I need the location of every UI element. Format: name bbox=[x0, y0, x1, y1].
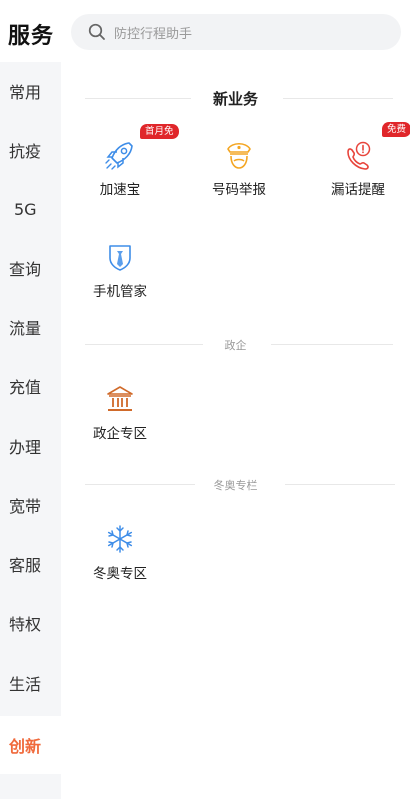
service-label: 漏话提醒 bbox=[331, 182, 385, 198]
sidebar-item-label: 生活 bbox=[9, 675, 42, 694]
service-label: 手机管家 bbox=[93, 284, 147, 300]
sidebar-item-label: 查询 bbox=[9, 260, 42, 279]
page-title: 服务 bbox=[8, 24, 55, 49]
sidebar-item-query[interactable]: 查询 bbox=[0, 239, 61, 297]
category-sidebar: 常用 抗疫 5G 查询 流量 充值 办理 宽带 客服 特权 生活 创新 bbox=[0, 62, 61, 799]
sidebar-item-label: 客服 bbox=[9, 556, 42, 575]
sidebar-item-recharge[interactable]: 充值 bbox=[0, 357, 61, 415]
service-label: 号码举报 bbox=[212, 182, 266, 198]
sidebar-item-data[interactable]: 流量 bbox=[0, 298, 61, 356]
rocket-icon bbox=[103, 138, 137, 172]
service-label: 冬奥专区 bbox=[93, 566, 147, 582]
sidebar-item-privileges[interactable]: 特权 bbox=[0, 594, 61, 652]
section-title-text: 冬奥专栏 bbox=[207, 479, 264, 492]
search-input[interactable]: 防控行程助手 bbox=[71, 14, 401, 50]
sidebar-item-label: 办理 bbox=[9, 438, 42, 457]
search-placeholder: 防控行程助手 bbox=[114, 26, 193, 42]
shield-icon bbox=[103, 240, 137, 274]
sidebar-item-antiepidemic[interactable]: 抗疫 bbox=[0, 121, 61, 179]
sidebar-item-label: 常用 bbox=[9, 83, 42, 102]
service-phone-manager[interactable]: 手机管家 bbox=[75, 240, 165, 320]
header: 服务 防控行程助手 bbox=[0, 0, 410, 64]
sidebar-item-label: 特权 bbox=[9, 615, 42, 634]
sidebar-item-life[interactable]: 生活 bbox=[0, 654, 61, 712]
service-government-zone[interactable]: 政企专区 bbox=[75, 382, 165, 462]
section-title-new-business: 新业务 bbox=[61, 88, 410, 108]
snowflake-icon bbox=[103, 522, 137, 556]
service-label: 加速宝 bbox=[99, 182, 141, 198]
section-title-government-enterprise: 政企 bbox=[61, 334, 410, 354]
badge-free: 免费 bbox=[382, 122, 410, 137]
section-title-winter-olympics: 冬奥专栏 bbox=[61, 474, 410, 494]
sidebar-item-innovation[interactable]: 创新 bbox=[0, 716, 61, 774]
sidebar-item-label: 充值 bbox=[9, 378, 42, 397]
sidebar-item-5g[interactable]: 5G bbox=[0, 180, 61, 238]
service-label: 政企专区 bbox=[93, 426, 147, 442]
sidebar-item-label: 抗疫 bbox=[9, 142, 42, 161]
sidebar-item-label: 宽带 bbox=[9, 497, 42, 516]
search-icon bbox=[88, 22, 108, 42]
missed-call-icon bbox=[341, 138, 375, 172]
sidebar-item-handle[interactable]: 办理 bbox=[0, 417, 61, 475]
sidebar-item-frequent[interactable]: 常用 bbox=[0, 62, 61, 120]
service-missed-call-reminder[interactable]: 漏话提醒 bbox=[313, 138, 403, 218]
section-title-text: 政企 bbox=[218, 339, 253, 352]
badge-first-month-free: 首月免 bbox=[140, 124, 179, 139]
police-icon bbox=[222, 138, 256, 172]
service-number-report[interactable]: 号码举报 bbox=[194, 138, 284, 218]
government-building-icon bbox=[103, 382, 137, 416]
sidebar-item-customer-service[interactable]: 客服 bbox=[0, 535, 61, 593]
sidebar-item-label: 5G bbox=[14, 199, 37, 219]
service-content: 新业务 加速宝 首月免 号码举报 漏话提醒 免费 手机管家 政企 政企专区 冬奥… bbox=[61, 62, 410, 799]
sidebar-item-label: 创新 bbox=[9, 737, 42, 756]
service-accelerator[interactable]: 加速宝 bbox=[75, 138, 165, 218]
sidebar-item-broadband[interactable]: 宽带 bbox=[0, 476, 61, 534]
service-winter-olympics-zone[interactable]: 冬奥专区 bbox=[75, 522, 165, 602]
sidebar-item-label: 流量 bbox=[9, 319, 42, 338]
section-title-text: 新业务 bbox=[206, 90, 264, 108]
